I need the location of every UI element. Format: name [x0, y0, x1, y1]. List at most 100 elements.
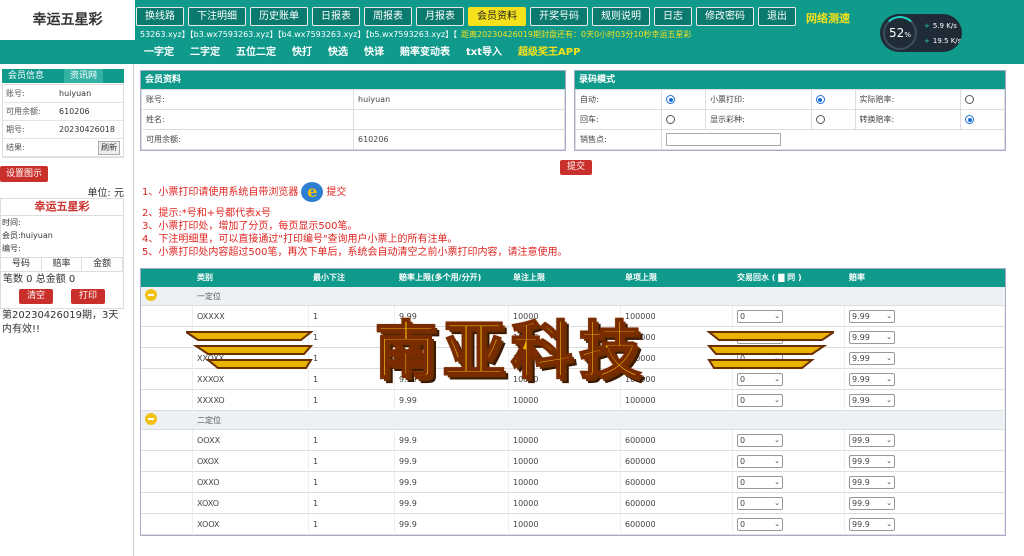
- min-bet-cell[interactable]: 1: [309, 471, 395, 493]
- odds-select[interactable]: 99.9 ⌄: [849, 433, 895, 447]
- subnav-item[interactable]: 赔率变动表: [392, 45, 458, 61]
- submit-button[interactable]: 提交: [560, 160, 593, 175]
- single-bet-cap-cell[interactable]: 10000: [509, 492, 621, 514]
- single-bet-cap-cell[interactable]: 10000: [509, 368, 621, 390]
- odds-cap-cell[interactable]: 9.99: [395, 305, 509, 327]
- rebate-select[interactable]: 0 ⌄: [737, 433, 783, 447]
- min-bet-cell[interactable]: 1: [309, 429, 395, 451]
- item-cap-cell[interactable]: 600000: [621, 450, 733, 472]
- odds-cap-cell[interactable]: 9.99: [395, 368, 509, 390]
- tab-info-site[interactable]: 资讯网: [64, 69, 104, 83]
- single-bet-cap-cell[interactable]: 10000: [509, 305, 621, 327]
- nav-item[interactable]: 换线路: [136, 7, 184, 26]
- nav-item[interactable]: 开奖号码: [530, 7, 588, 26]
- print-button[interactable]: 打印: [71, 289, 106, 304]
- odds-select[interactable]: 9.99 ⌄: [849, 330, 895, 344]
- odds-select[interactable]: 99.9 ⌄: [849, 517, 895, 531]
- single-bet-cap-cell[interactable]: 10000: [509, 429, 621, 451]
- min-bet-cell[interactable]: 1: [309, 492, 395, 514]
- collapse-icon[interactable]: [145, 288, 157, 301]
- ticket-print-radio[interactable]: [815, 95, 825, 104]
- odds-select[interactable]: 99.9 ⌄: [849, 496, 895, 510]
- convert-odds-radio[interactable]: [965, 115, 975, 124]
- subnav-item[interactable]: 超级奖王APP: [510, 45, 588, 61]
- enter-radio[interactable]: [666, 115, 676, 124]
- rebate-select[interactable]: 0 ⌄: [737, 517, 783, 531]
- odds-cap-cell[interactable]: 9.99: [395, 389, 509, 411]
- nav-item[interactable]: 历史账单: [250, 7, 308, 26]
- odds-select[interactable]: 99.9 ⌄: [849, 475, 895, 489]
- item-cap-cell[interactable]: 100000: [621, 347, 733, 369]
- collapse-icon[interactable]: [145, 412, 157, 425]
- item-cap-cell[interactable]: 600000: [621, 492, 733, 514]
- item-cap-cell[interactable]: 100000: [621, 368, 733, 390]
- item-cap-cell[interactable]: 600000: [621, 429, 733, 451]
- nav-item[interactable]: 会员资料: [468, 7, 526, 26]
- odds-cap-cell[interactable]: 99.9: [395, 450, 509, 472]
- auto-radio[interactable]: [666, 95, 676, 104]
- single-bet-cap-cell[interactable]: 10000: [509, 389, 621, 411]
- subnav-item[interactable]: 二字定: [182, 45, 228, 61]
- item-cap-cell[interactable]: 600000: [621, 513, 733, 535]
- rebate-select[interactable]: 0 ⌄: [737, 309, 783, 323]
- min-bet-cell[interactable]: 1: [309, 450, 395, 472]
- odds-select[interactable]: 99.9 ⌄: [849, 454, 895, 468]
- nav-item[interactable]: 下注明细: [188, 7, 246, 26]
- nav-item[interactable]: 日志: [654, 7, 692, 26]
- min-bet-cell[interactable]: 1: [309, 326, 395, 348]
- clear-button[interactable]: 清空: [18, 289, 53, 304]
- item-cap-cell[interactable]: 100000: [621, 305, 733, 327]
- odds-cap-cell[interactable]: 99.9: [395, 471, 509, 493]
- settings-icon-button[interactable]: 设置图示: [0, 166, 48, 182]
- min-bet-cell[interactable]: 1: [309, 305, 395, 327]
- item-cap-cell[interactable]: 100000: [621, 389, 733, 411]
- odds-select[interactable]: 9.99 ⌄: [849, 393, 895, 407]
- rebate-select[interactable]: 0 ⌄: [737, 372, 783, 386]
- subnav-item[interactable]: 快选: [320, 45, 356, 61]
- actual-odds-radio[interactable]: [965, 95, 975, 104]
- mode-row: 回车: 显示彩种: 转换赔率:: [574, 109, 1005, 130]
- odds-cap-cell[interactable]: 9.99: [395, 347, 509, 369]
- rebate-select[interactable]: 0 ⌄: [737, 330, 783, 344]
- min-bet-cell[interactable]: 1: [309, 347, 395, 369]
- subnav-item[interactable]: 快译: [356, 45, 392, 61]
- subnav-item[interactable]: 快打: [284, 45, 320, 61]
- odds-cap-cell[interactable]: 99.9: [395, 513, 509, 535]
- single-bet-cap-cell[interactable]: 10000: [509, 450, 621, 472]
- odds-select[interactable]: 9.99 ⌄: [849, 351, 895, 365]
- nav-item[interactable]: 退出: [758, 7, 796, 26]
- refresh-button[interactable]: 刷新: [98, 140, 120, 155]
- rebate-select[interactable]: 0 ⌄: [737, 475, 783, 489]
- single-bet-cap-cell[interactable]: 10000: [509, 513, 621, 535]
- single-bet-cap-cell[interactable]: 10000: [509, 471, 621, 493]
- speed-test-link[interactable]: 网络测速: [806, 10, 850, 26]
- rebate-select[interactable]: 0 ⌄: [737, 351, 783, 365]
- min-bet-cell[interactable]: 1: [309, 389, 395, 411]
- nav-item[interactable]: 日报表: [312, 7, 360, 26]
- rebate-select[interactable]: 0 ⌄: [737, 393, 783, 407]
- subnav-item[interactable]: 五位二定: [228, 45, 284, 61]
- single-bet-cap-cell[interactable]: 10000: [509, 326, 621, 348]
- subnav-item[interactable]: txt导入: [458, 45, 510, 61]
- nav-item[interactable]: 规则说明: [592, 7, 650, 26]
- odds-cap-cell[interactable]: 9.99: [395, 326, 509, 348]
- odds-cap-cell[interactable]: 99.9: [395, 429, 509, 451]
- odds-select[interactable]: 9.99 ⌄: [849, 309, 895, 323]
- nav-item[interactable]: 周报表: [364, 7, 412, 26]
- min-bet-cell[interactable]: 1: [309, 513, 395, 535]
- min-bet-cell[interactable]: 1: [309, 368, 395, 390]
- odds-cap-cell[interactable]: 99.9: [395, 492, 509, 514]
- single-bet-cap-cell[interactable]: 10000: [509, 347, 621, 369]
- item-cap-cell[interactable]: 600000: [621, 471, 733, 493]
- subnav-item[interactable]: 一字定: [136, 45, 182, 61]
- nav-item[interactable]: 月报表: [416, 7, 464, 26]
- tab-member-info[interactable]: 会员信息: [2, 69, 50, 83]
- sales-outlet-input[interactable]: [666, 133, 782, 146]
- show-lottery-radio[interactable]: [815, 115, 825, 124]
- rebate-select[interactable]: 0 ⌄: [737, 496, 783, 510]
- nav-item[interactable]: 修改密码: [696, 7, 754, 26]
- member-panel-key: 账号:: [141, 89, 354, 110]
- rebate-select[interactable]: 0 ⌄: [737, 454, 783, 468]
- item-cap-cell[interactable]: 100000: [621, 326, 733, 348]
- odds-select[interactable]: 9.99 ⌄: [849, 372, 895, 386]
